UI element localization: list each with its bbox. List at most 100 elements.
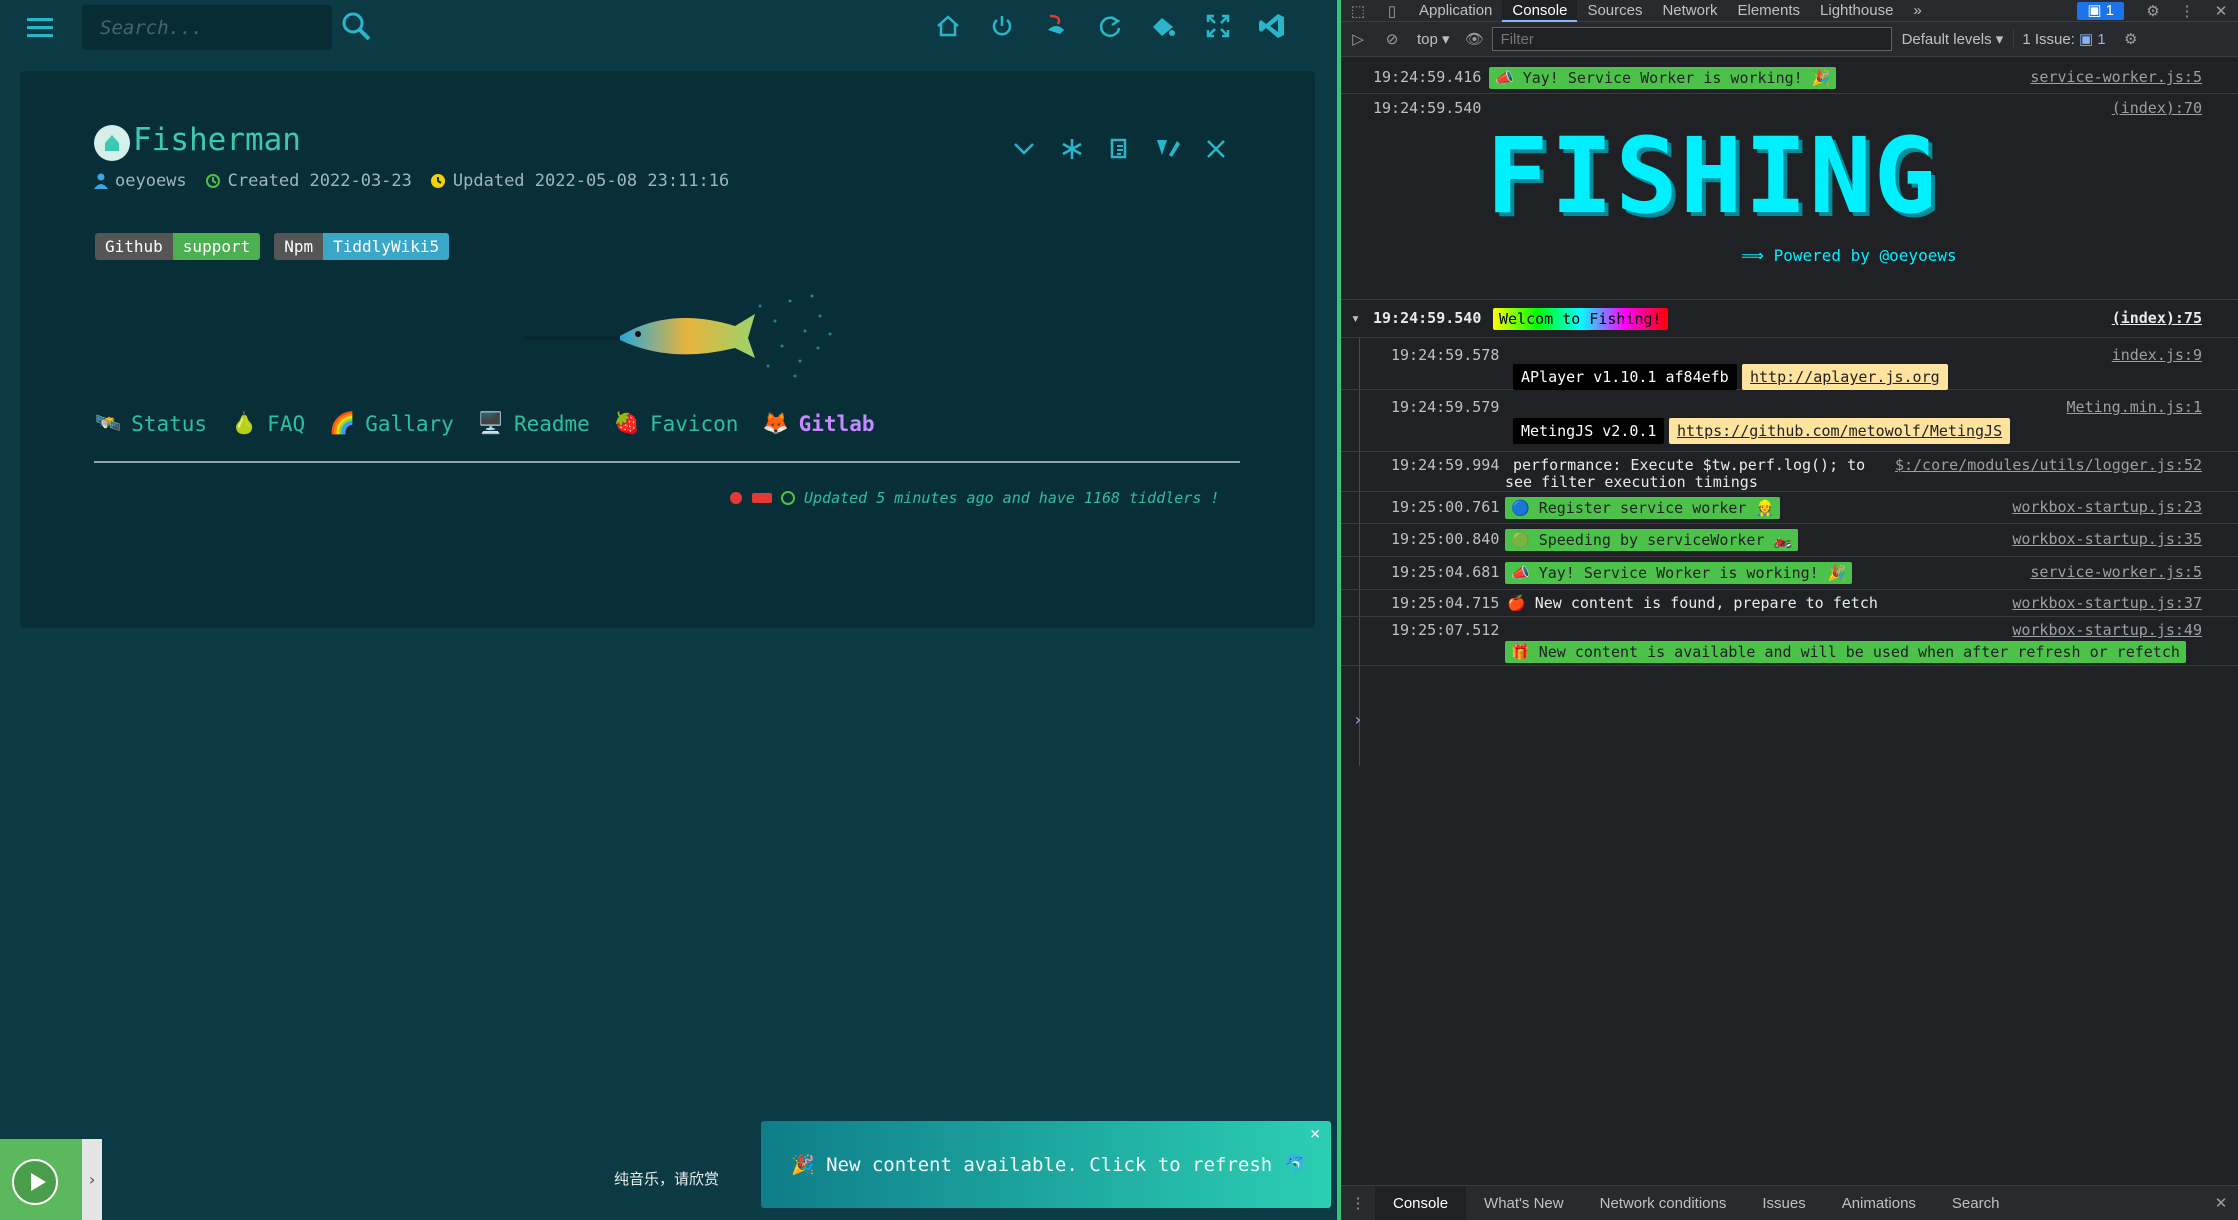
refresh-toast[interactable]: 🎉 New content available. Click to refres…: [761, 1121, 1331, 1208]
messages-badge[interactable]: ▣ 1: [2077, 1, 2124, 20]
drawer-tab-issues[interactable]: Issues: [1744, 1186, 1823, 1220]
drawer-tab-whats-new[interactable]: What's New: [1466, 1186, 1582, 1220]
palette-icon[interactable]: [1146, 8, 1182, 44]
search-input[interactable]: [82, 5, 332, 50]
settings-gear-icon[interactable]: ⚙: [2136, 0, 2170, 22]
device-toolbar-icon[interactable]: ▯: [1375, 0, 1409, 22]
drawer-tab-animations[interactable]: Animations: [1824, 1186, 1934, 1220]
clear-console-icon[interactable]: ⊘: [1375, 28, 1409, 50]
power-icon[interactable]: [984, 8, 1020, 44]
console-settings-icon[interactable]: ⚙: [2114, 28, 2148, 50]
close-drawer-icon[interactable]: ✕: [2204, 1192, 2238, 1214]
hamburger-menu-icon[interactable]: [24, 14, 56, 40]
levels-select[interactable]: Default levels ▾: [1892, 30, 2014, 48]
log-source-link[interactable]: index.js:9: [2112, 346, 2202, 364]
log-timestamp: 19:25:04.681: [1391, 563, 1500, 581]
devtools-panel: ⬚ ▯ Application Console Sources Network …: [1341, 0, 2238, 1220]
npm-badge[interactable]: Npm TiddlyWiki5: [274, 233, 450, 260]
context-value: top: [1417, 31, 1438, 48]
user-icon: [94, 173, 108, 189]
log-message: performance: Execute $tw.perf.log(); to: [1513, 456, 1866, 474]
console-prompt[interactable]: ›: [1353, 710, 1363, 729]
tab-elements[interactable]: Elements: [1727, 0, 1810, 22]
log-timestamp: 19:24:59.540: [1373, 99, 1482, 117]
copy-icon[interactable]: [1106, 135, 1134, 163]
asterisk-icon[interactable]: [1058, 135, 1086, 163]
banner-powered-by: ⟹ Powered by @oeyoews: [1741, 246, 1957, 265]
context-select[interactable]: top ▾: [1409, 30, 1458, 48]
drawer-tab-search[interactable]: Search: [1934, 1186, 2018, 1220]
nav-gallary[interactable]: 🌈 Gallary: [329, 411, 454, 436]
search-icon[interactable]: [340, 10, 372, 42]
vim-edit-icon[interactable]: [1154, 135, 1182, 163]
eye-icon[interactable]: 👁: [1458, 28, 1492, 50]
log-timestamp: 19:24:59.416: [1373, 68, 1482, 86]
log-source-link[interactable]: (index):75: [2112, 309, 2202, 327]
nav-readme[interactable]: 🖥️ Readme: [478, 411, 590, 436]
log-timestamp: 19:24:59.540: [1373, 309, 1482, 327]
tab-network[interactable]: Network: [1652, 0, 1727, 22]
fishing-hook-icon[interactable]: [1038, 8, 1074, 44]
issues-button[interactable]: 1 Issue: ▣ 1: [2013, 30, 2113, 48]
fullscreen-icon[interactable]: [1200, 8, 1236, 44]
play-icon[interactable]: [12, 1159, 58, 1205]
tab-console[interactable]: Console: [1502, 0, 1578, 22]
satellite-icon: 🛰️: [95, 411, 122, 435]
tab-lighthouse[interactable]: Lighthouse: [1810, 0, 1903, 22]
log-message: APlayer v1.10.1 af84efb: [1513, 364, 1737, 390]
log-link[interactable]: http://aplayer.js.org: [1742, 364, 1948, 390]
divider: [94, 461, 1240, 463]
player-lyric: 纯音乐，请欣赏: [614, 1170, 720, 1188]
vscode-icon[interactable]: [1254, 8, 1290, 44]
chevron-down-icon[interactable]: [1010, 135, 1038, 163]
tab-application[interactable]: Application: [1409, 0, 1502, 22]
drawer-tab-console[interactable]: Console: [1375, 1185, 1467, 1220]
author-name[interactable]: oeyoews: [115, 171, 187, 191]
log-link[interactable]: https://github.com/metowolf/MetingJS: [1669, 418, 2011, 444]
log-timestamp: 19:25:00.761: [1391, 498, 1500, 516]
tiddler-title: Fisherman: [133, 122, 301, 158]
inspect-icon[interactable]: ⬚: [1341, 0, 1375, 22]
drawer-menu-icon[interactable]: ⋮: [1341, 1192, 1375, 1214]
log-timestamp: 19:25:07.512: [1391, 621, 1500, 639]
messages-count: 1: [2105, 1, 2114, 19]
log-source-link[interactable]: Meting.min.js:1: [2067, 398, 2202, 416]
close-icon[interactable]: [1202, 135, 1230, 163]
log-source-link[interactable]: workbox-startup.js:23: [2012, 498, 2202, 516]
tiddler-meta: oeyoews Created 2022-03-23 Updated 2022-…: [94, 171, 729, 191]
log-message: MetingJS v2.0.1: [1513, 418, 1665, 444]
refresh-icon[interactable]: [1092, 8, 1128, 44]
sidebar-toggle-icon[interactable]: ▷: [1341, 28, 1375, 50]
log-group-header[interactable]: ▾ 19:24:59.540 Welcom to Fishing! (index…: [1341, 300, 2238, 338]
status-text: Updated 5 minutes ago and have 1168 tidd…: [804, 489, 1220, 507]
toast-close-icon[interactable]: ×: [1310, 1124, 1320, 1144]
nav-gitlab[interactable]: 🦊 Gitlab: [762, 411, 874, 436]
badge-value: support: [172, 233, 261, 260]
log-source-link[interactable]: workbox-startup.js:35: [2012, 530, 2202, 548]
tiddler-nav: 🛰️ Status 🍐 FAQ 🌈 Gallary 🖥️ Readme 🍓 Favicon…: [95, 411, 874, 436]
tab-sources[interactable]: Sources: [1577, 0, 1652, 22]
log-source-link[interactable]: workbox-startup.js:37: [2012, 594, 2202, 612]
home-icon[interactable]: [930, 8, 966, 44]
log-row: 19:25:07.512 🎁 New content is available …: [1341, 617, 2238, 666]
player-toggle[interactable]: ›: [82, 1139, 102, 1220]
group-expand-icon[interactable]: ▾: [1351, 309, 1360, 327]
nav-label: Gitlab: [798, 411, 875, 436]
more-tabs-button[interactable]: »: [1903, 0, 1931, 22]
log-source-link[interactable]: $:/core/modules/utils/logger.js:52: [1895, 456, 2202, 474]
log-source-link[interactable]: service-worker.js:5: [2030, 563, 2202, 581]
close-devtools-icon[interactable]: ✕: [2204, 0, 2238, 22]
nav-faq[interactable]: 🍐 FAQ: [231, 411, 305, 436]
github-badge[interactable]: Github support: [95, 233, 261, 260]
kebab-menu-icon[interactable]: ⋮: [2170, 0, 2204, 22]
log-row: 19:25:04.715 🍎 New content is found, pre…: [1341, 590, 2238, 617]
filter-input[interactable]: [1491, 27, 1892, 51]
log-source-link[interactable]: (index):70: [2112, 99, 2202, 117]
log-message: 🍎 New content is found, prepare to fetch: [1507, 594, 1878, 612]
log-source-link[interactable]: service-worker.js:5: [2030, 68, 2202, 86]
log-source-link[interactable]: workbox-startup.js:49: [2012, 621, 2202, 639]
drawer-tab-network-conditions[interactable]: Network conditions: [1582, 1186, 1745, 1220]
log-timestamp: 19:25:04.715: [1391, 594, 1500, 612]
nav-status[interactable]: 🛰️ Status: [95, 411, 207, 436]
nav-favicon[interactable]: 🍓 Favicon: [614, 411, 739, 436]
